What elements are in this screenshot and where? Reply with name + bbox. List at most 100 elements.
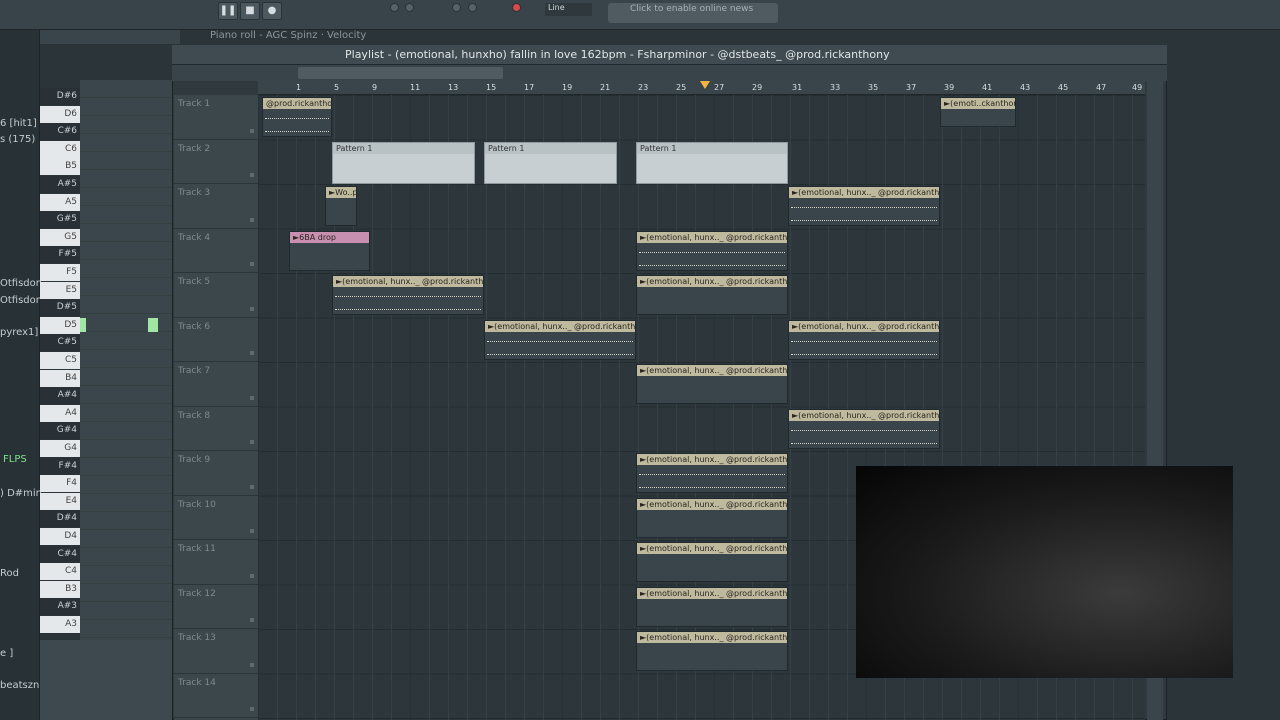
audio-clip[interactable]: ►(emoti..ckanthony bbox=[940, 97, 1016, 127]
snap-mode-select[interactable]: Line bbox=[545, 3, 592, 16]
piano-key[interactable]: A#4 bbox=[40, 387, 80, 405]
piano-key[interactable]: A3 bbox=[40, 616, 80, 633]
piano-key[interactable]: E4 bbox=[40, 492, 80, 510]
track-header[interactable]: Track 9 bbox=[174, 451, 258, 496]
piano-key[interactable]: A4 bbox=[40, 404, 80, 422]
audio-clip[interactable]: ►(emotional, hunx.._ @prod.rickanthony bbox=[636, 453, 788, 493]
piano-key[interactable]: D#6 bbox=[40, 88, 80, 105]
audio-clip[interactable]: ►(emotional, hunx.._ @prod.rickanthony bbox=[788, 320, 940, 360]
audio-clip[interactable]: ►(emotional, hunx.._ @prod.rickanthony bbox=[636, 542, 788, 582]
audio-clip[interactable]: ►Wo..p bbox=[325, 186, 357, 226]
piano-key[interactable]: A5 bbox=[40, 193, 80, 211]
note[interactable] bbox=[148, 318, 158, 332]
piano-key[interactable]: D#4 bbox=[40, 510, 80, 528]
track-resize-icon[interactable] bbox=[250, 351, 254, 355]
stop-button[interactable]: ■ bbox=[240, 2, 260, 20]
audio-clip[interactable]: @prod.rickanthony bbox=[262, 97, 332, 137]
piano-key[interactable]: F5 bbox=[40, 264, 80, 281]
track-resize-icon[interactable] bbox=[250, 128, 254, 133]
track-resize-icon[interactable] bbox=[250, 440, 254, 444]
audio-clip[interactable]: ►(emotional, hunx.._ @prod.rickanthony bbox=[636, 231, 788, 271]
piano-key[interactable]: D#5 bbox=[40, 299, 80, 317]
piano-key[interactable]: F4 bbox=[40, 475, 80, 493]
browser-item[interactable]: Otfisdon bbox=[0, 278, 42, 289]
piano-key[interactable]: F#5 bbox=[40, 246, 80, 264]
piano-key[interactable]: C#5 bbox=[40, 334, 80, 352]
track-resize-icon[interactable] bbox=[250, 573, 254, 578]
track-header[interactable]: Track 6 bbox=[174, 318, 258, 362]
record-button[interactable]: ● bbox=[262, 2, 282, 20]
track-resize-icon[interactable] bbox=[250, 306, 254, 311]
track-resize-icon[interactable] bbox=[250, 484, 254, 489]
piano-key[interactable]: G#4 bbox=[40, 422, 80, 440]
browser-item[interactable]: Otfisdon bbox=[0, 295, 42, 306]
piano-key[interactable]: D5 bbox=[40, 316, 80, 334]
piano-key[interactable]: D6 bbox=[40, 105, 80, 123]
piano-key[interactable]: C#6 bbox=[40, 123, 80, 141]
piano-key[interactable]: C#4 bbox=[40, 545, 80, 563]
browser-item[interactable]: pyrex1] bbox=[0, 327, 38, 338]
browser-item[interactable]: beatszn bbox=[0, 680, 39, 691]
piano-key[interactable]: G#5 bbox=[40, 211, 80, 229]
pattern-clip[interactable]: Pattern 1 bbox=[484, 142, 617, 184]
audio-clip[interactable]: ►(emotional, hunx.._ @prod.rickanthony bbox=[484, 320, 636, 360]
knob-icon[interactable] bbox=[405, 3, 414, 12]
track-resize-icon[interactable] bbox=[250, 707, 254, 711]
track-header[interactable]: Track 8 bbox=[174, 407, 258, 451]
note[interactable] bbox=[80, 318, 86, 332]
piano-key[interactable]: A#5 bbox=[40, 176, 80, 193]
track-header[interactable]: Track 13 bbox=[174, 629, 258, 674]
piano-key[interactable]: A#3 bbox=[40, 598, 80, 616]
online-news-panel[interactable]: Click to enable online news bbox=[608, 3, 778, 23]
track-header[interactable]: Track 3 bbox=[174, 184, 258, 229]
piano-key[interactable]: G4 bbox=[40, 440, 80, 457]
piano-roll-grid[interactable] bbox=[80, 80, 172, 640]
piano-key[interactable]: E5 bbox=[40, 281, 80, 299]
piano-key[interactable]: F#4 bbox=[40, 457, 80, 475]
audio-clip[interactable]: ►(emotional, hunx.._ @prod.rickanthony bbox=[636, 587, 788, 627]
piano-key[interactable]: G5 bbox=[40, 228, 80, 246]
track-resize-icon[interactable] bbox=[250, 217, 254, 222]
track-header[interactable]: Track 7 bbox=[174, 362, 258, 407]
browser-item[interactable]: s (175) bbox=[0, 134, 35, 145]
browser-item[interactable]: e ] bbox=[0, 648, 13, 659]
knob-icon[interactable] bbox=[452, 3, 461, 12]
knob-icon[interactable] bbox=[390, 3, 399, 12]
audio-clip[interactable]: ►(emotional, hunx.._ @prod.rickanthony bbox=[636, 498, 788, 538]
audio-clip[interactable]: ►(emotional, hunx.._ @prod.rickanthony bbox=[636, 275, 788, 315]
track-resize-icon[interactable] bbox=[250, 662, 254, 667]
horizontal-scrollbar[interactable] bbox=[298, 67, 503, 79]
pause-button[interactable]: ❚❚ bbox=[218, 2, 238, 20]
track-header[interactable]: Track 1 bbox=[174, 95, 258, 140]
velocity-panel[interactable] bbox=[40, 640, 172, 720]
track-resize-icon[interactable] bbox=[250, 262, 254, 266]
browser-item[interactable]: FLPS bbox=[3, 454, 27, 465]
knob-icon[interactable] bbox=[468, 3, 477, 12]
track-resize-icon[interactable] bbox=[250, 173, 254, 177]
piano-key[interactable]: C6 bbox=[40, 140, 80, 158]
track-header[interactable]: Track 10 bbox=[174, 496, 258, 540]
audio-clip[interactable]: ►(emotional, hunx.._ @prod.rickanthony bbox=[788, 186, 940, 226]
piano-key[interactable]: D4 bbox=[40, 528, 80, 545]
piano-key[interactable]: B5 bbox=[40, 158, 80, 176]
pattern-clip[interactable]: Pattern 1 bbox=[332, 142, 475, 184]
piano-key[interactable]: C5 bbox=[40, 352, 80, 369]
audio-clip[interactable]: ►(emotional, hunx.._ @prod.rickanthony bbox=[636, 364, 788, 404]
piano-key[interactable]: B4 bbox=[40, 369, 80, 387]
track-header[interactable]: Track 5 bbox=[174, 273, 258, 318]
track-header[interactable]: Track 14 bbox=[174, 674, 258, 718]
track-resize-icon[interactable] bbox=[250, 529, 254, 533]
track-header[interactable]: Track 2 bbox=[174, 140, 258, 184]
browser-item[interactable]: 6 [hit1] bbox=[0, 118, 37, 129]
audio-clip[interactable]: ►(emotional, hunx.._ @prod.rickanthony bbox=[788, 409, 940, 449]
piano-key[interactable]: C4 bbox=[40, 563, 80, 581]
audio-clip[interactable]: ►6BA drop bbox=[289, 231, 370, 271]
browser-item[interactable]: ) D#min bbox=[0, 488, 42, 499]
record-indicator-icon[interactable] bbox=[512, 3, 521, 12]
pattern-clip[interactable]: Pattern 1 bbox=[636, 142, 788, 184]
track-resize-icon[interactable] bbox=[250, 618, 254, 622]
piano-key[interactable]: B3 bbox=[40, 580, 80, 598]
track-header[interactable]: Track 12 bbox=[174, 585, 258, 629]
browser-item[interactable]: Rod bbox=[0, 568, 19, 579]
audio-clip[interactable]: ►(emotional, hunx.._ @prod.rickanthony bbox=[636, 631, 788, 671]
